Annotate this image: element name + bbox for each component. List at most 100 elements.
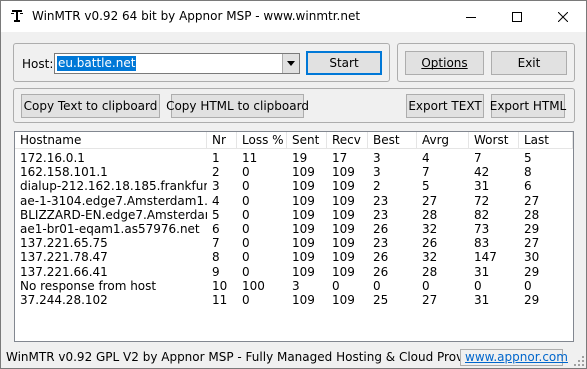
host-label: Host: (22, 57, 54, 71)
cell-recv: 109 (332, 222, 355, 236)
cell-last: 0 (524, 278, 532, 293)
cell-worst: 73 (474, 222, 490, 236)
copy-html-button[interactable]: Copy HTML to clipboard (166, 94, 309, 118)
cell-avrg: 0 (422, 278, 430, 293)
cell-best: 3 (373, 165, 381, 180)
cell-hostname: 137.221.66.41 (20, 264, 108, 279)
cell-sent: 3 (292, 278, 300, 293)
cell-worst: 72 (474, 193, 490, 208)
appnor-link[interactable]: www.appnor.com (460, 349, 568, 366)
cell-hostname: ae-1-3104.edge7.Amsterdam1.Level... (20, 193, 207, 208)
cell-sent: 109 (292, 264, 315, 279)
start-button[interactable]: Start (306, 51, 382, 75)
cell-hostname: 172.16.0.1 (20, 151, 85, 165)
cell-loss: 0 (242, 250, 250, 265)
cell-nr: 4 (212, 193, 220, 208)
table-row[interactable]: ae-1-3104.edge7.Amsterdam1.Level... 4 0 109… (15, 194, 573, 208)
cell-loss: 0 (242, 193, 250, 208)
cell-nr: 2 (212, 165, 220, 180)
cell-last: 29 (524, 222, 540, 236)
cell-worst: 7 (474, 151, 482, 165)
table-row[interactable]: 137.221.66.41 9 0 109 109 26 28 31 29 (15, 265, 573, 279)
cell-sent: 109 (292, 293, 315, 307)
table-row[interactable]: 137.221.78.47 8 0 109 109 26 32 147 30 (15, 250, 573, 264)
cell-loss: 0 (242, 293, 250, 307)
cell-best: 26 (373, 250, 389, 265)
exit-button-label: Exit (517, 56, 541, 70)
cell-worst: 147 (474, 250, 497, 265)
table-row[interactable]: ae1-br01-eqam1.as57976.net 6 0 109 109 26 32 73… (15, 222, 573, 236)
cell-recv: 109 (332, 250, 355, 265)
title-bar[interactable]: WinMTR v0.92 64 bit by Appnor MSP - www.… (1, 1, 586, 32)
export-text-button[interactable]: Export TEXT (406, 94, 484, 118)
maximize-button[interactable] (494, 1, 540, 32)
cell-last: 8 (524, 165, 532, 180)
options-button[interactable]: Options (405, 51, 484, 75)
cell-sent: 109 (292, 207, 315, 222)
maximize-icon (512, 11, 522, 22)
export-html-button[interactable]: Export HTML (489, 94, 567, 118)
copy-text-label: Copy Text to clipboard (23, 99, 158, 113)
cell-avrg: 4 (422, 151, 430, 165)
cell-last: 28 (524, 207, 540, 222)
cell-best: 23 (373, 193, 389, 208)
cell-loss: 11 (242, 151, 258, 165)
chevron-down-icon (287, 61, 295, 66)
cell-loss: 0 (242, 207, 250, 222)
close-icon (558, 11, 568, 22)
column-header-avrg[interactable]: Avrg (417, 132, 469, 149)
cell-nr: 9 (212, 264, 220, 279)
host-dropdown-button[interactable] (282, 54, 299, 73)
window-title: WinMTR v0.92 64 bit by Appnor MSP - www.… (32, 9, 361, 23)
table-row[interactable]: 137.221.65.75 7 0 109 109 23 26 83 27 (15, 236, 573, 250)
cell-best: 2 (373, 179, 381, 194)
host-combobox[interactable]: eu.battle.net (54, 53, 300, 74)
column-header-best[interactable]: Best (368, 132, 417, 149)
minimize-button[interactable] (448, 1, 494, 32)
app-icon (11, 10, 23, 22)
column-header-hostname[interactable]: Hostname (15, 132, 207, 149)
cell-avrg: 27 (422, 193, 438, 208)
cell-avrg: 32 (422, 250, 438, 265)
table-row[interactable]: 162.158.101.1 2 0 109 109 3 7 42 8 (15, 165, 573, 179)
column-header-worst[interactable]: Worst (469, 132, 519, 149)
host-input[interactable]: eu.battle.net (57, 56, 137, 71)
cell-hostname: dialup-212.162.18.185.frankfurt1.eu.l... (20, 179, 207, 194)
cell-last: 29 (524, 264, 540, 279)
table-row[interactable]: dialup-212.162.18.185.frankfurt1.eu.l...… (15, 179, 573, 193)
cell-nr: 1 (212, 151, 220, 165)
resize-grip-icon[interactable] (573, 355, 585, 367)
copy-text-button[interactable]: Copy Text to clipboard (21, 94, 160, 118)
cell-recv: 109 (332, 165, 355, 180)
export-html-label: Export HTML (489, 99, 567, 113)
options-button-label: Options (421, 56, 468, 70)
cell-nr: 7 (212, 236, 220, 251)
cell-nr: 6 (212, 222, 220, 236)
results-table[interactable]: Hostname Nr Loss % Sent Recv Best Avrg Worst Las… (14, 131, 574, 342)
column-header-last[interactable]: Last (519, 132, 573, 149)
column-header-loss[interactable]: Loss % (237, 132, 287, 149)
cell-hostname: 137.221.65.75 (20, 236, 108, 251)
close-button[interactable] (540, 1, 586, 32)
cell-avrg: 7 (422, 165, 430, 180)
column-header-recv[interactable]: Recv (327, 132, 368, 149)
cell-recv: 0 (332, 278, 340, 293)
table-row[interactable]: No response from host 10 100 3 0 0 0 0 0 (15, 279, 573, 293)
cell-recv: 109 (332, 193, 355, 208)
exit-button[interactable]: Exit (491, 51, 567, 75)
cell-worst: 31 (474, 293, 490, 307)
cell-last: 6 (524, 179, 532, 194)
cell-recv: 109 (332, 179, 355, 194)
cell-sent: 109 (292, 236, 315, 251)
cell-best: 25 (373, 293, 389, 307)
table-row[interactable]: BLIZZARD-EN.edge7.Amsterdam1.L... 5 0 109 10… (15, 208, 573, 222)
table-row[interactable]: 37.244.28.102 11 0 109 109 25 27 31 29 (15, 293, 573, 307)
winmtr-window: WinMTR v0.92 64 bit by Appnor MSP - www.… (0, 0, 587, 369)
cell-last: 5 (524, 151, 532, 165)
cell-hostname: No response from host (20, 278, 157, 293)
column-header-nr[interactable]: Nr (207, 132, 237, 149)
column-header-sent[interactable]: Sent (287, 132, 327, 149)
cell-hostname: 137.221.78.47 (20, 250, 108, 265)
table-row[interactable]: 172.16.0.1 1 11 19 17 3 4 7 5 (15, 151, 573, 165)
minimize-icon (466, 16, 476, 18)
